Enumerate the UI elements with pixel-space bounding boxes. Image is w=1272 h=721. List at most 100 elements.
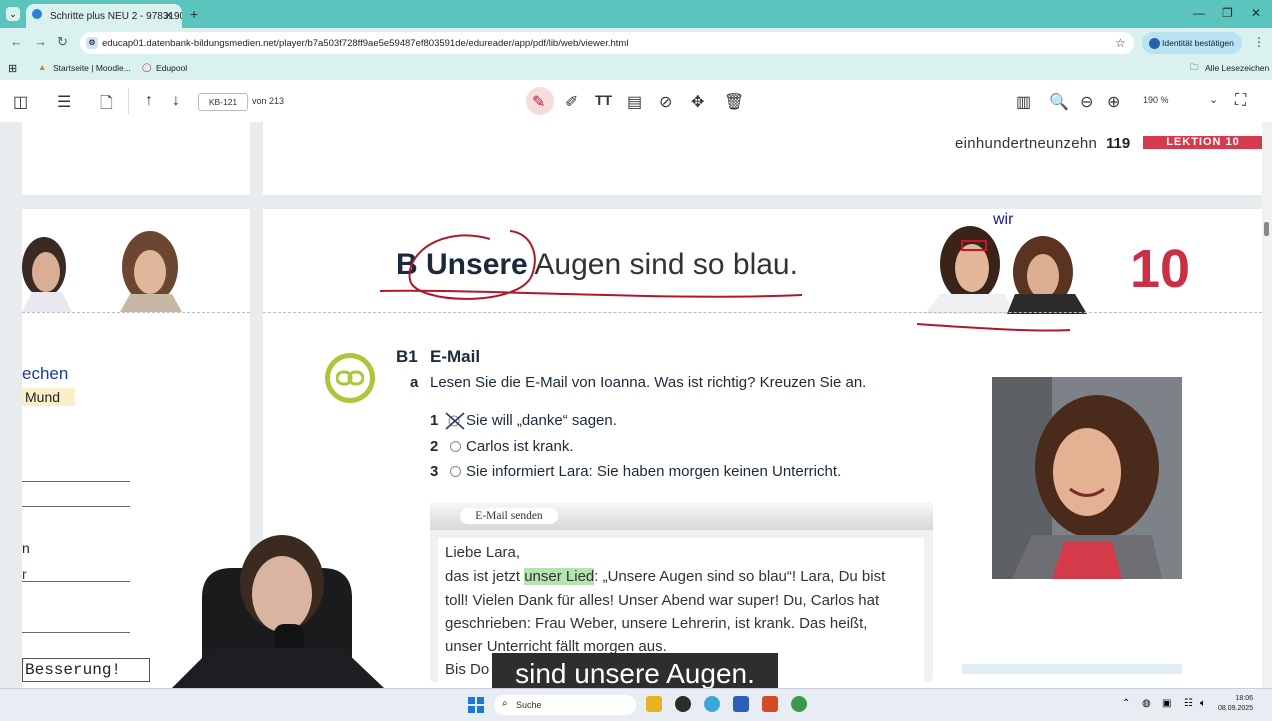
clock-date: 08.09.2025 — [1218, 705, 1254, 712]
email-line: geschrieben: Frau Weber, unsere Lehrerin… — [445, 615, 868, 632]
scrollbar[interactable] — [1262, 122, 1272, 688]
text-annotation-box[interactable]: Besserung! — [22, 658, 150, 682]
toolbar-divider — [128, 88, 129, 114]
tray-volume-icon[interactable]: 🔈︎ — [1200, 698, 1206, 709]
tray-app-icon[interactable]: ▣ — [1162, 698, 1171, 709]
previous-page-icon[interactable]: ↑ — [145, 92, 153, 110]
highlighter-icon[interactable]: ✐ — [565, 92, 578, 112]
outline-icon[interactable]: ☰ — [57, 92, 71, 112]
search-document-icon[interactable]: 🔍 — [1049, 92, 1069, 112]
new-tab-button[interactable]: + — [190, 6, 198, 22]
answer-radio[interactable] — [450, 466, 461, 477]
browser-menu-icon[interactable]: ⋮ — [1253, 35, 1265, 49]
profile-icon — [1149, 38, 1160, 49]
back-icon[interactable]: ← — [10, 34, 23, 49]
left-page-divider — [22, 312, 250, 313]
left-page-text: r — [22, 566, 27, 582]
woman-photo — [992, 377, 1182, 579]
task-instruction: Lesen Sie die E-Mail von Ioanna. Was ist… — [430, 374, 867, 391]
page-number: 119 — [1106, 135, 1131, 152]
email-send-button[interactable]: E-Mail senden — [460, 508, 558, 524]
url-input[interactable]: educap01.datenbank-bildungsmedien.net/pl… — [80, 32, 1134, 54]
answer-radio[interactable] — [450, 441, 461, 452]
chrome-icon[interactable] — [791, 696, 807, 712]
lektion-badge: LEKTION 10 — [1143, 136, 1263, 149]
chain-link-icon — [336, 370, 364, 386]
webcam-overlay — [172, 535, 384, 688]
comment-icon[interactable]: ▤ — [627, 92, 642, 112]
sidebar-toggle-icon[interactable]: ◫ — [13, 92, 28, 112]
highlighted-text: unser Lied — [524, 568, 595, 585]
scrollbar-thumb[interactable] — [1264, 222, 1269, 236]
item-number: 1 — [430, 412, 439, 429]
item-text: Sie informiert Lara: Sie haben morgen ke… — [466, 463, 842, 480]
fullscreen-icon[interactable]: ⛶ — [1235, 92, 1246, 110]
next-page-icon[interactable]: ↓ — [172, 92, 180, 110]
taskbar-clock[interactable]: 18:06 08.09.2025 — [1218, 694, 1253, 714]
powerpoint-icon[interactable] — [762, 696, 778, 712]
apps-grid-icon[interactable]: ⊞ — [8, 62, 17, 75]
search-placeholder: Suche — [516, 700, 542, 710]
close-window-icon[interactable]: ✕ — [1251, 6, 1261, 20]
item-text: Carlos ist krank. — [466, 438, 574, 455]
clock-time: 18:06 — [1235, 695, 1254, 702]
checked-cross-icon[interactable] — [444, 411, 466, 431]
all-bookmarks-link[interactable]: Alle Lesezeichen — [1205, 63, 1269, 73]
page-number-input[interactable]: KB-121 — [198, 93, 248, 111]
tab-active[interactable]: Schritte plus NEU 2 - 9783190 — [26, 4, 182, 28]
tab-close-icon[interactable]: ✕ — [164, 9, 173, 22]
move-icon[interactable]: ✥ — [691, 92, 704, 112]
tray-app-icon[interactable]: ◍ — [1142, 698, 1151, 709]
email-line: toll! Vielen Dank für alles! Unser Abend… — [445, 592, 880, 609]
tray-chevron-icon[interactable]: ⌃ — [1122, 698, 1130, 709]
pen-icon[interactable]: ✎ — [532, 92, 545, 112]
chevron-down-icon[interactable]: ⌄ — [1209, 93, 1218, 106]
app-icon[interactable] — [675, 696, 691, 712]
zoom-select[interactable]: 190 % — [1143, 95, 1169, 105]
maximize-icon[interactable]: ❐ — [1222, 6, 1233, 20]
left-page-text: n — [22, 540, 30, 556]
answer-line — [22, 632, 130, 633]
zoom-in-icon[interactable]: ⊕ — [1107, 92, 1120, 112]
identity-label: Identität bestätigen — [1162, 38, 1234, 48]
delete-icon[interactable]: 🗑 — [724, 92, 744, 112]
bookmark-edupool[interactable]: Edupool — [156, 63, 187, 73]
bookmark-star-icon[interactable]: ☆ — [1115, 36, 1126, 50]
zoom-out-icon[interactable]: ⊖ — [1080, 92, 1093, 112]
reload-icon[interactable]: ↻ — [57, 34, 68, 50]
book-view-icon[interactable]: ▥ — [1016, 92, 1031, 112]
folder-icon: 🗀 — [1190, 62, 1199, 72]
left-page-text: echen — [22, 364, 69, 383]
left-page-highlight: Mund — [22, 388, 75, 406]
url-text: educap01.datenbank-bildungsmedien.net/pl… — [102, 37, 629, 49]
edge-icon[interactable] — [704, 696, 720, 712]
file-explorer-icon[interactable] — [646, 696, 662, 712]
header-divider — [263, 312, 1272, 313]
bookmark-moodle[interactable]: Startseite | Moodle... — [53, 63, 131, 73]
running-head-text: einhundertneunzehn — [955, 135, 1098, 152]
site-info-icon[interactable]: ⚙ — [86, 37, 98, 49]
item-number: 2 — [430, 438, 439, 455]
table-strip — [962, 664, 1182, 674]
page-count: von 213 — [252, 96, 285, 106]
word-icon[interactable] — [733, 696, 749, 712]
right-page-top — [263, 122, 1262, 195]
exercise-label: B1 — [396, 347, 418, 366]
email-line: Bis Do — [445, 661, 490, 678]
taskbar-search-input[interactable]: Suche — [494, 695, 636, 715]
task-label: a — [410, 374, 419, 391]
hide-annotations-icon[interactable]: ⊘ — [659, 92, 672, 112]
email-greeting: Liebe Lara, — [445, 544, 521, 561]
annotation-wir: wir — [993, 211, 1014, 228]
tab-search-icon[interactable]: ⌄ — [6, 7, 20, 21]
header-photo — [916, 226, 1087, 332]
answer-line — [22, 581, 130, 582]
forward-icon[interactable]: → — [34, 34, 47, 49]
windows-start-icon[interactable] — [468, 697, 484, 713]
minimize-icon[interactable]: — — [1193, 6, 1205, 20]
bookmarks-bar: ⊞ ▲ Startseite | Moodle... ◯ Edupool 🗀 A… — [0, 58, 1272, 80]
answer-line — [22, 481, 130, 482]
tray-wifi-icon[interactable]: ☷ — [1184, 698, 1193, 709]
document-icon[interactable]: 🗋 — [100, 92, 113, 119]
text-tool-icon[interactable]: TT — [595, 92, 612, 108]
